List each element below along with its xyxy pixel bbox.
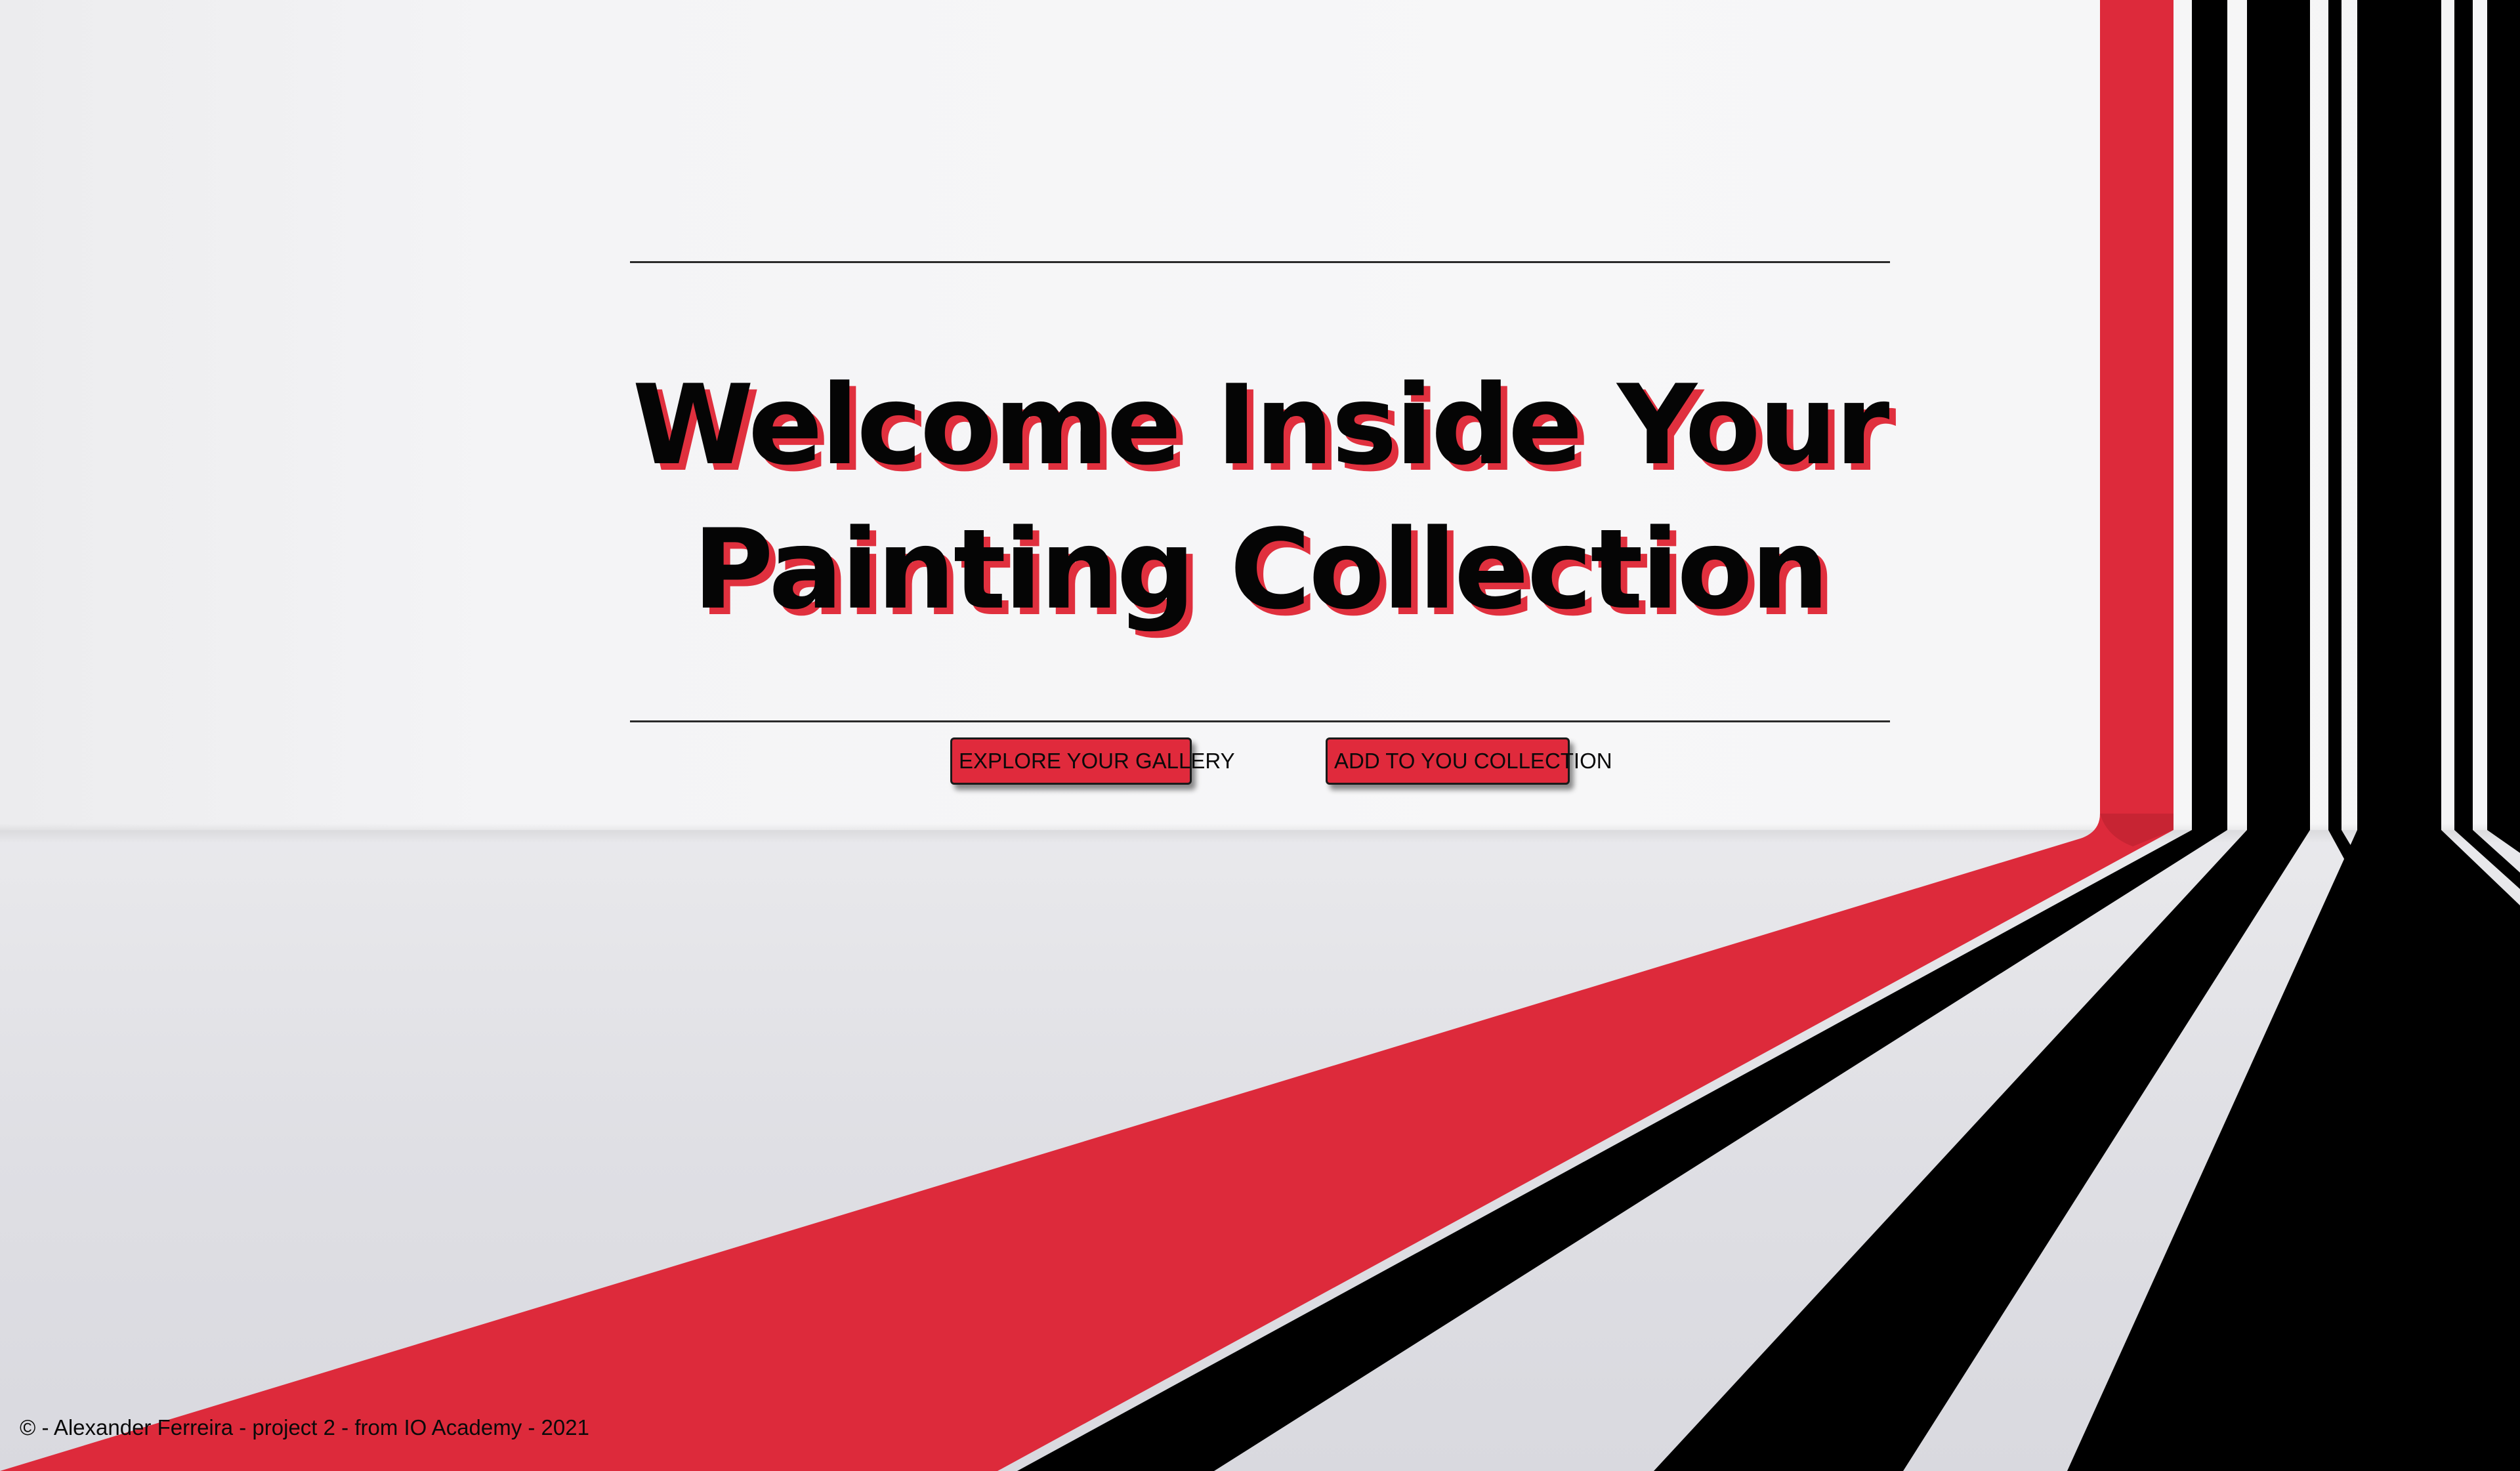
- action-buttons: EXPLORE YOUR GALLERY ADD TO YOU COLLECTI…: [630, 737, 1890, 790]
- title-line-1: Welcome Inside Your: [632, 361, 1890, 489]
- add-to-collection-button[interactable]: ADD TO YOU COLLECTION: [1326, 737, 1612, 785]
- title-line-2: Painting Collection: [692, 505, 1830, 634]
- footer-copyright: © - Alexander Ferreira - project 2 - fro…: [20, 1415, 589, 1440]
- explore-gallery-button[interactable]: EXPLORE YOUR GALLERY: [950, 737, 1235, 785]
- bottom-divider: [630, 720, 1890, 722]
- hero-section: Welcome Inside Your Painting Collection …: [630, 261, 1890, 806]
- page-title: Welcome Inside Your Painting Collection: [630, 353, 1890, 642]
- top-divider: [630, 261, 1890, 263]
